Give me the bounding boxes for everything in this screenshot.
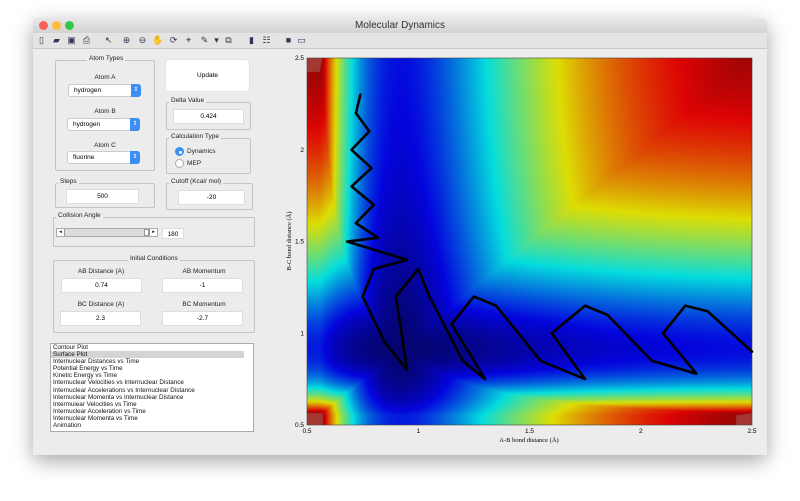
x-tick-label: 1 [416, 428, 420, 435]
y-tick-label: 1.5 [295, 239, 304, 246]
y-tick-label: 2.5 [295, 55, 304, 62]
main-window: Molecular Dynamics ▯ ▰ ▣ ⎙ ↖ ⊕ ⊖ ✋ ⟳ ⌖ ✎ ▾ ⧉ ▮ ☷ ■ ▭ Ato… [33, 18, 767, 455]
y-axis-label: B-C bond distance (Å) [285, 211, 293, 270]
x-tick-label: 2 [639, 428, 643, 435]
y-tick-label: 2 [300, 147, 304, 154]
y-tick-label: 0.5 [295, 422, 304, 429]
potential-surface-plot[interactable]: 0.5 1 1.5 2 2.5 0.5 1 1.5 2 2.5 A-B bond distance… [33, 18, 767, 455]
x-tick-label: 1.5 [525, 428, 534, 435]
x-axis-label: A-B bond distance (Å) [499, 436, 558, 444]
y-tick-label: 1 [300, 330, 304, 337]
x-tick-label: 0.5 [302, 428, 311, 435]
x-tick-label: 2.5 [747, 428, 756, 435]
